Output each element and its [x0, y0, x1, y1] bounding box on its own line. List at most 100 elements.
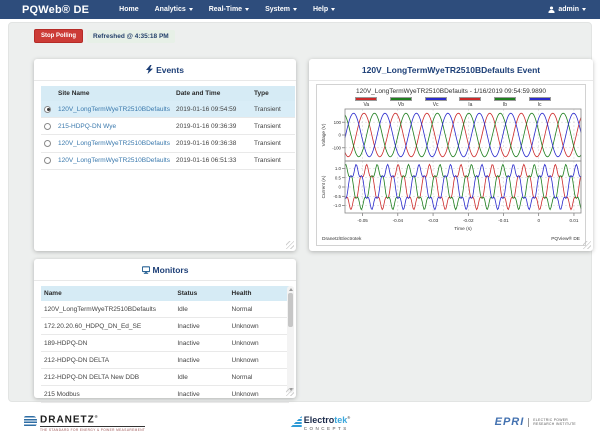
svg-text:0: 0	[537, 218, 540, 223]
monitor-status: Idle	[174, 368, 229, 386]
dranetz-icon	[24, 416, 37, 428]
resize-grip[interactable]	[286, 388, 294, 396]
legend-swatch	[389, 97, 412, 101]
nav-item-system[interactable]: System	[257, 6, 305, 13]
legend-item: Va	[355, 97, 378, 108]
monitors-header-row: Name Status Health	[41, 286, 289, 301]
nav-item-help[interactable]: Help	[305, 6, 343, 13]
monitor-name: 215 Modbus	[41, 385, 175, 403]
chart-footer-right: PQView® DE	[551, 237, 580, 242]
event-site[interactable]: 120V_LongTermWyeTR2510BDefaults	[55, 134, 173, 153]
monitor-status: Inactive	[174, 334, 229, 352]
user-name: admin	[558, 6, 579, 13]
table-row[interactable]: 120V_LongTermWyeTR2510BDefaults 2019-01-1…	[41, 101, 295, 119]
resize-grip[interactable]	[583, 241, 591, 249]
monitors-table: Name Status Health 120V_LongTermWyeTR251…	[41, 286, 289, 403]
electrotek-concepts: CONCEPTS	[303, 426, 349, 431]
events-table-body: 120V_LongTermWyeTR2510BDefaults 2019-01-1…	[41, 101, 295, 170]
monitors-title: Monitors	[152, 265, 189, 275]
legend-swatch	[528, 97, 551, 101]
monitors-scrollbar[interactable]	[287, 286, 294, 393]
table-row[interactable]: 215-HDPQ-DN Wye 2019-01-16 09:36:39 Transi…	[41, 117, 295, 136]
event-radio[interactable]	[44, 157, 51, 165]
event-datetime: 2019-01-16 06:51:33	[173, 152, 251, 170]
electrotek-name-light: tek	[334, 415, 348, 425]
waveform-chart: 120V_LongTermWyeTR2510BDefaults - 1/16/2…	[316, 84, 586, 246]
legend-item: Ia	[459, 97, 482, 108]
nav-item-analytics[interactable]: Analytics	[147, 6, 201, 13]
table-row[interactable]: 215 Modbus Inactive Unknown	[41, 385, 289, 403]
monitor-status: Inactive	[174, 385, 229, 403]
event-type: Transient	[251, 101, 295, 119]
monitor-health: Normal	[228, 368, 289, 386]
col-status[interactable]: Status	[174, 286, 229, 301]
table-row[interactable]: 212-HDPQ-DN DELTA Inactive Unknown	[41, 351, 289, 369]
table-row[interactable]: 120V_LongTermWyeTR2510BDefaults Idle Norma…	[41, 301, 289, 318]
monitor-name: 212-HDPQ-DN DELTA	[41, 351, 175, 369]
chevron-down-icon	[331, 8, 336, 11]
waveform-svg: -0.05 -0.04 -0.03 -0.02 -0.01 0 0.01 100 0 -100 Vo…	[321, 108, 582, 232]
app-brand[interactable]: PQWeb® DE	[22, 4, 89, 16]
scrollbar-thumb[interactable]	[288, 293, 293, 327]
col-date-time[interactable]: Date and Time	[173, 86, 251, 101]
col-health[interactable]: Health	[228, 286, 289, 301]
table-row[interactable]: 189-HDPQ-DN Inactive Unknown	[41, 334, 289, 352]
legend-swatch	[424, 97, 447, 101]
event-site[interactable]: 215-HDPQ-DN Wye	[55, 117, 173, 136]
event-site[interactable]: 120V_LongTermWyeTR2510BDefaults	[55, 152, 173, 170]
event-type: Transient	[251, 134, 295, 153]
chart-footer-left: Dranetz/Electrotek	[322, 237, 362, 242]
event-radio[interactable]	[44, 105, 51, 113]
col-name[interactable]: Name	[41, 286, 175, 301]
page-footer: DRANETZ ® THE STANDARD FOR ENERGY & POWER…	[0, 404, 600, 440]
user-menu[interactable]: admin	[548, 6, 586, 13]
chevron-down-icon	[292, 8, 297, 11]
top-navbar: PQWeb® DE Home Analytics Real-Time System He…	[0, 0, 600, 19]
legend-item: Vb	[389, 97, 412, 108]
event-radio[interactable]	[44, 122, 51, 130]
svg-text:-100: -100	[332, 145, 341, 150]
chart-title: 120V_LongTermWyeTR2510BDefaults - 1/16/2…	[355, 88, 546, 95]
nav-item-real-time[interactable]: Real-Time	[201, 6, 257, 13]
events-header-row: Site Name Date and Time Type	[41, 86, 295, 101]
table-row[interactable]: 212-HDPQ-DN DELTA New DDB Idle Normal	[41, 368, 289, 386]
events-title: Events	[156, 65, 184, 75]
svg-text:Time (s): Time (s)	[454, 226, 472, 232]
legend-item: Ic	[528, 97, 551, 108]
event-site[interactable]: 120V_LongTermWyeTR2510BDefaults	[55, 101, 173, 119]
monitor-status: Inactive	[174, 351, 229, 369]
event-radio[interactable]	[44, 139, 51, 147]
event-detail-panel: 120V_LongTermWyeTR2510BDefaults Event 12…	[309, 59, 593, 251]
event-type: Transient	[251, 117, 295, 136]
resize-grip[interactable]	[286, 241, 294, 249]
table-row[interactable]: 120V_LongTermWyeTR2510BDefaults 2019-01-1…	[41, 152, 295, 170]
nav-menu: Home Analytics Real-Time System Help	[111, 6, 343, 13]
refreshed-status: Refreshed @ 4:35:18 PM	[87, 29, 175, 43]
event-datetime: 2019-01-16 09:36:38	[173, 134, 251, 153]
dranetz-logo: DRANETZ® THE STANDARD FOR ENERGY & POWER…	[24, 412, 146, 433]
chart-footer: Dranetz/Electrotek PQView® DE	[319, 237, 583, 242]
table-row[interactable]: 172.20.20.60_HDPQ_DN_Ed_SE Inactive Unknow…	[41, 317, 289, 335]
dranetz-name: DRANETZ	[40, 414, 95, 426]
monitor-name: 189-HDPQ-DN	[41, 334, 175, 352]
monitors-panel: Monitors Name Status Health 120V_LongTer…	[34, 259, 296, 403]
event-datetime: 2019-01-16 09:36:39	[173, 117, 251, 136]
col-site-name[interactable]: Site Name	[55, 86, 173, 101]
electrotek-logo: Electrotek® CONCEPTS	[289, 413, 351, 431]
epri-line-2: RESEARCH INSTITUTE	[533, 422, 576, 426]
table-row[interactable]: 120V_LongTermWyeTR2510BDefaults 2019-01-1…	[41, 134, 295, 153]
stop-polling-button[interactable]: Stop Polling	[34, 29, 83, 43]
nav-item-home[interactable]: Home	[111, 6, 146, 13]
col-type[interactable]: Type	[251, 86, 295, 101]
chevron-down-icon	[188, 8, 193, 11]
svg-text:Voltage (V): Voltage (V)	[321, 123, 326, 146]
svg-text:0.01: 0.01	[569, 218, 578, 223]
monitor-health: Unknown	[228, 317, 289, 335]
event-datetime: 2019-01-16 09:54:59	[173, 101, 251, 119]
legend-item: Vc	[424, 97, 447, 108]
dranetz-tagline: THE STANDARD FOR ENERGY & POWER MEASUREM…	[40, 426, 146, 433]
chevron-down-icon	[245, 8, 250, 11]
scroll-up-icon[interactable]	[288, 288, 293, 291]
registered-mark: ®	[347, 415, 351, 420]
svg-text:-1.0: -1.0	[333, 203, 341, 208]
